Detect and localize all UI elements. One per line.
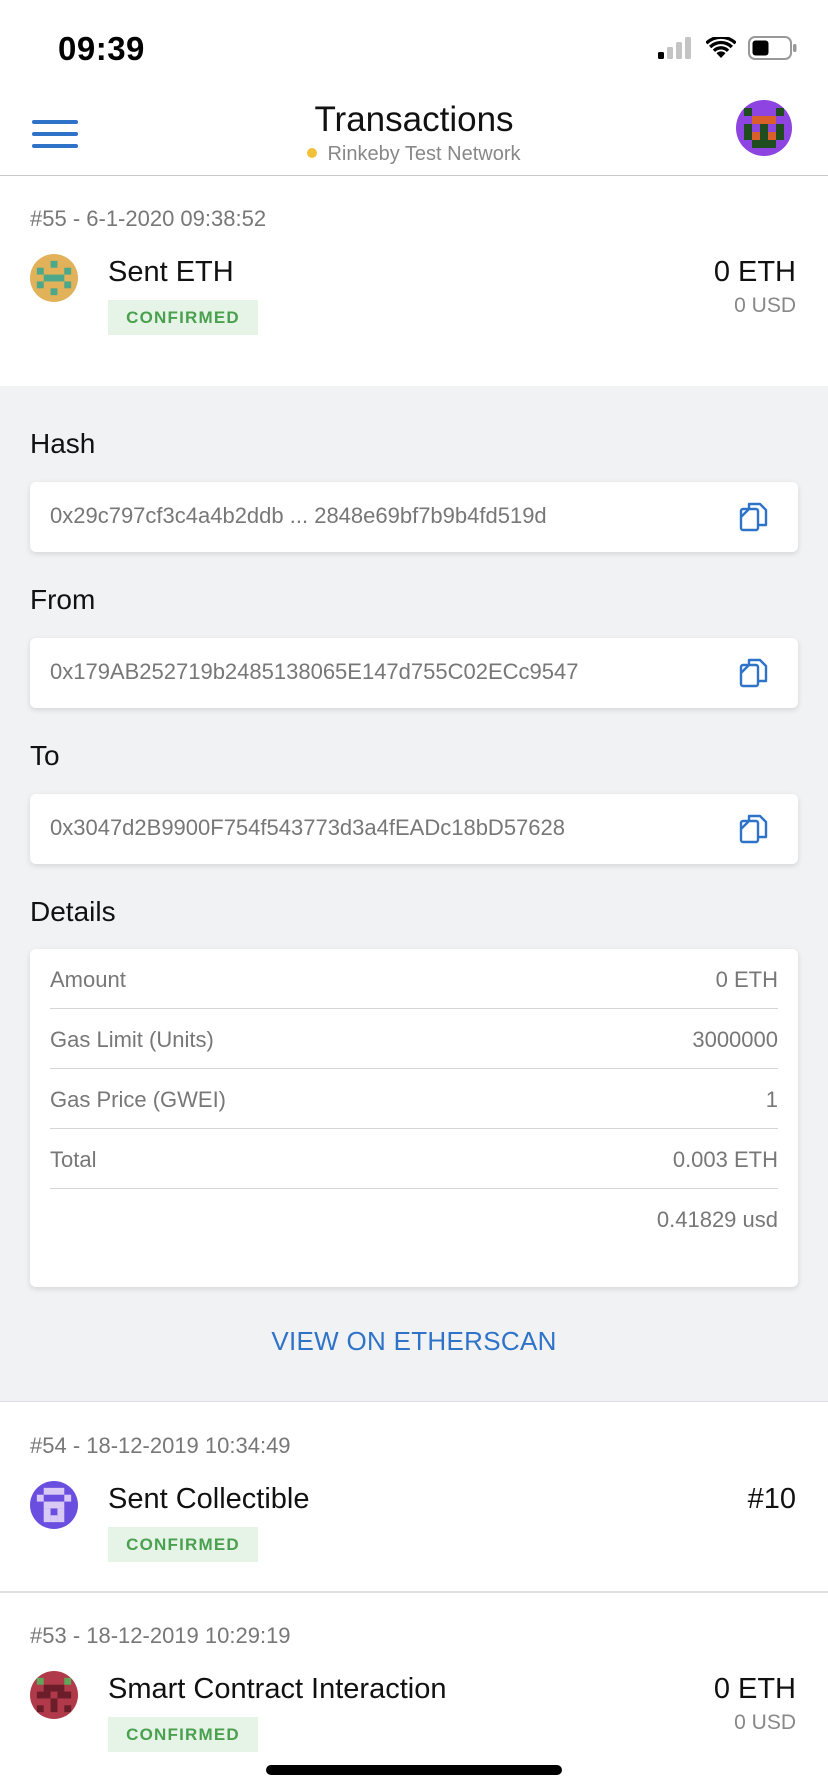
copy-from-icon[interactable] — [738, 656, 770, 690]
from-field: 0x179AB252719b2485138065E147d755C02ECc95… — [30, 638, 798, 708]
detail-value: 0 ETH — [715, 967, 778, 992]
detail-label: Gas Price (GWEI) — [50, 1087, 227, 1112]
detail-value: 0.003 ETH — [672, 1147, 778, 1172]
detail-row-total: Total 0.003 ETH — [50, 1129, 778, 1189]
detail-value: 1 — [765, 1087, 778, 1112]
transaction-fiat: 0 USD — [734, 1711, 796, 1734]
transaction-row[interactable]: #53 - 18-12-2019 10:29:19 Smart Contract… — [0, 1593, 828, 1792]
transaction-amount: #10 — [747, 1483, 796, 1515]
identicon-purple-icon — [30, 1481, 78, 1529]
nav-header: Transactions Rinkeby Test Network — [0, 96, 828, 176]
detail-value: 0.41829 usd — [656, 1207, 778, 1232]
status-icons — [658, 36, 798, 60]
copy-hash-icon[interactable] — [738, 500, 770, 534]
detail-label: Total — [50, 1147, 97, 1172]
copy-to-icon[interactable] — [738, 812, 770, 846]
transaction-row[interactable]: #54 - 18-12-2019 10:34:49 Sent Collectib… — [0, 1403, 828, 1591]
detail-row-gas-limit: Gas Limit (Units) 3000000 — [50, 1009, 778, 1069]
to-address: 0x3047d2B9900F754f543773d3a4fEADc18bD576… — [50, 815, 565, 840]
hash-label: Hash — [30, 428, 96, 459]
network-indicator[interactable]: Rinkeby Test Network — [0, 143, 828, 166]
transaction-meta: #54 - 18-12-2019 10:34:49 — [30, 1433, 291, 1458]
details-card: Amount 0 ETH Gas Limit (Units) 3000000 G… — [30, 949, 798, 1287]
network-name: Rinkeby Test Network — [327, 143, 521, 165]
home-indicator[interactable] — [266, 1765, 562, 1775]
transaction-fiat: 0 USD — [734, 294, 796, 317]
transaction-meta: #53 - 18-12-2019 10:29:19 — [30, 1623, 291, 1648]
details-label: Details — [30, 896, 116, 927]
detail-label: Amount — [50, 967, 126, 992]
page-title: Transactions — [314, 100, 514, 139]
status-bar: 09:39 — [0, 0, 828, 96]
transaction-details-panel: Hash 0x29c797cf3c4a4b2ddb ... 2848e69bf7… — [0, 386, 828, 1402]
detail-value: 3000000 — [692, 1027, 778, 1052]
detail-row-total-fiat: 0.41829 usd — [50, 1189, 778, 1249]
detail-label: Gas Limit (Units) — [50, 1027, 214, 1052]
transaction-title: Smart Contract Interaction — [108, 1673, 447, 1705]
hash-field: 0x29c797cf3c4a4b2ddb ... 2848e69bf7b9b4f… — [30, 482, 798, 552]
identicon-maroon-icon — [30, 1671, 78, 1719]
battery-icon — [748, 36, 797, 60]
transaction-title: Sent ETH — [108, 256, 234, 288]
status-badge: CONFIRMED — [108, 300, 258, 335]
network-status-dot — [307, 147, 318, 158]
from-label: From — [30, 584, 96, 615]
transaction-amount: 0 ETH — [713, 1673, 796, 1705]
transaction-title: Sent Collectible — [108, 1483, 310, 1515]
wifi-icon — [706, 37, 736, 58]
transaction-amount: 0 ETH — [713, 256, 796, 288]
view-on-etherscan-link[interactable]: VIEW ON ETHERSCAN — [0, 1326, 828, 1357]
detail-row-amount: Amount 0 ETH — [50, 949, 778, 1009]
identicon-tan-icon — [30, 254, 78, 302]
status-time: 09:39 — [58, 30, 145, 67]
to-field: 0x3047d2B9900F754f543773d3a4fEADc18bD576… — [30, 794, 798, 864]
detail-row-gas-price: Gas Price (GWEI) 1 — [50, 1069, 778, 1129]
to-label: To — [30, 740, 60, 771]
hash-value: 0x29c797cf3c4a4b2ddb ... 2848e69bf7b9b4f… — [50, 503, 547, 528]
account-avatar[interactable] — [736, 100, 792, 156]
transaction-meta: #55 - 6-1-2020 09:38:52 — [30, 206, 267, 231]
cellular-signal-icon — [658, 37, 691, 59]
status-badge: CONFIRMED — [108, 1527, 258, 1562]
transaction-row[interactable]: #55 - 6-1-2020 09:38:52 Sent ETH CONFIRM… — [0, 176, 828, 386]
status-badge: CONFIRMED — [108, 1717, 258, 1752]
from-address: 0x179AB252719b2485138065E147d755C02ECc95… — [50, 659, 579, 684]
account-identicon-icon — [736, 100, 792, 156]
